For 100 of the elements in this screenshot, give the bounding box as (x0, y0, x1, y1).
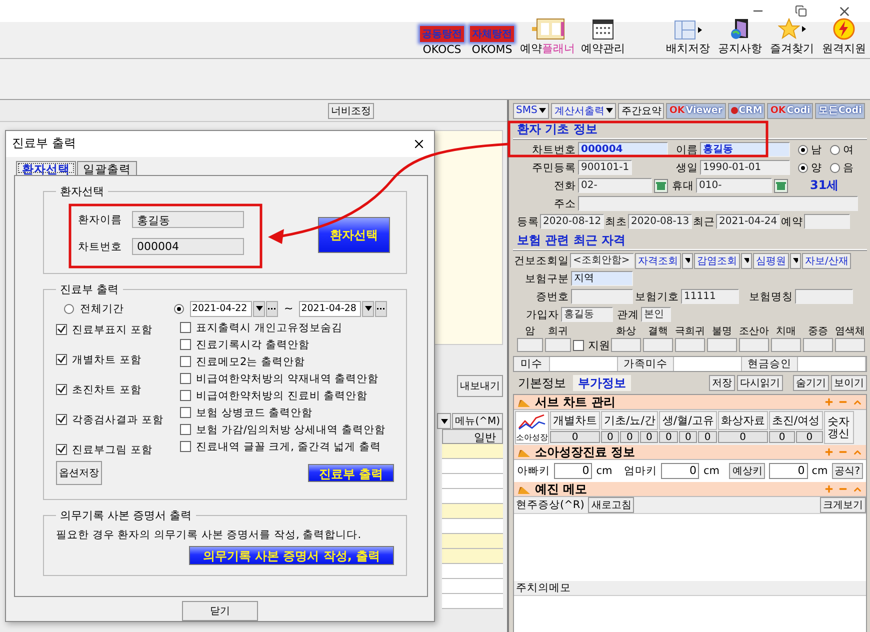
sex-radio[interactable]: 여 (830, 142, 854, 156)
flag-label: 희귀 (547, 325, 569, 338)
field-label: 예약 (781, 214, 803, 228)
sub-chart-button[interactable]: 생/혈/고유 (659, 411, 717, 430)
option-checkbox[interactable]: 진료메모2는 출력안함 (180, 354, 394, 369)
formula-button[interactable]: 공식? (832, 463, 864, 479)
predict-button[interactable]: 예상키 (729, 463, 766, 479)
field-label: 엄마키 (624, 464, 658, 478)
flag-label: 화상 (615, 325, 637, 338)
date-field[interactable]: 2020-08-13 (628, 214, 692, 229)
date-field[interactable]: 2021-04-24 (716, 214, 780, 229)
balance-label: 현금승인 (742, 357, 798, 371)
option-checkbox[interactable]: 진료내역 글꼴 크게, 줄간격 넓게 출력 (180, 440, 394, 454)
support-checkbox[interactable]: 지원 (573, 338, 609, 353)
field-label: 이름 (675, 142, 698, 156)
field-label: 차트번호 (78, 240, 122, 254)
option-checkbox[interactable]: 진료부그림 포함 (56, 442, 180, 457)
unit-label: cm (596, 465, 612, 477)
panel-button[interactable]: 보이기 (831, 375, 867, 391)
logo-mark: OK (669, 105, 685, 116)
height-field[interactable]: 0 (554, 463, 592, 479)
count-field: 0 (550, 431, 600, 443)
option-checkbox[interactable]: 진료부표지 포함 (56, 322, 180, 337)
select-patient-button[interactable]: 환자선택 (318, 217, 390, 254)
menu-button[interactable]: 메뉴(^M) (452, 413, 503, 429)
width-button[interactable]: 너비조정 (328, 102, 374, 118)
sub-chart-button[interactable]: 화상자료 (718, 411, 768, 430)
insurance-code-field[interactable]: 11111 (681, 289, 739, 304)
group-title: 의무기록 사본 증명서 출력 (59, 508, 192, 523)
calendar-radio[interactable]: 양 (798, 160, 822, 174)
toolbar-button[interactable]: 예약플래너 (520, 18, 575, 56)
panel-top-button[interactable]: 주간요약 (618, 102, 664, 118)
option-checkbox[interactable]: 개별차트 포함 (56, 352, 180, 367)
date-field[interactable]: 2021-04-28 (299, 300, 362, 317)
field-label: 휴대 (671, 178, 694, 192)
panel-button[interactable]: 숨기기 (793, 375, 829, 391)
growth-chart-button[interactable]: 소아성장 (515, 411, 549, 444)
close-button[interactable]: 닫기 (182, 601, 258, 621)
panel-button[interactable]: 저장 (709, 375, 735, 391)
panel-button[interactable]: 다시읽기 (737, 375, 783, 391)
birth-field[interactable]: 1990-01-01 (700, 160, 790, 175)
phone-field[interactable]: 02- (578, 178, 652, 193)
field-label: 생일 (675, 160, 698, 174)
count-field: 0 (768, 431, 796, 443)
option-checkbox[interactable]: 초진차트 포함 (56, 382, 180, 397)
export-button[interactable]: 내보내기 (457, 375, 503, 397)
sex-radio[interactable]: 남 (798, 142, 822, 156)
id-field[interactable]: 900101-1 (578, 160, 632, 175)
sub-chart-button[interactable]: 초진/여성 (768, 411, 823, 430)
refresh-button[interactable]: 새로고침 (588, 497, 634, 513)
option-checkbox[interactable]: 보험 가감/임의처방 상세내역 출력안함 (180, 422, 394, 437)
date-field[interactable]: 2020-08-12 (540, 214, 604, 229)
height-field[interactable]: 0 (661, 463, 700, 479)
balance-label: 미수 (514, 357, 550, 371)
option-checkbox[interactable]: 표지출력시 개인고유정보숨김 (180, 320, 394, 335)
query-button[interactable]: 자보/산재 (802, 252, 852, 268)
panel-tab[interactable]: 부가정보 (573, 375, 631, 391)
save-options-button[interactable]: 옵션저장 (56, 460, 102, 485)
option-checkbox[interactable]: 보험 상병코드 출력안함 (180, 406, 394, 420)
mobile-field[interactable]: 010- (696, 178, 772, 193)
toolbar-button[interactable]: 즐겨찾기 (770, 18, 814, 56)
print-button[interactable]: 진료부 출력 (308, 464, 394, 482)
enlarge-button[interactable]: 크게보기 (820, 497, 866, 513)
calendar-radio[interactable]: 음 (830, 160, 854, 174)
relation-field[interactable]: 본인 (641, 307, 671, 322)
sub-chart-button[interactable]: 기초/뇨/간 (601, 411, 658, 430)
toolbar-button[interactable]: 자체탕전 OKOMS (470, 26, 514, 56)
period-radio[interactable]: 전체기간 (64, 302, 124, 316)
refresh-count-button[interactable]: 숫자 갱신 (824, 411, 854, 444)
holder-field[interactable]: 홍길동 (561, 307, 613, 322)
toolbar-button[interactable]: 예약관리 (581, 18, 625, 56)
field-label: 환자이름 (78, 212, 122, 227)
toolbar-label: 예약플래너 (520, 41, 575, 56)
flag-label: 염색체 (835, 325, 865, 338)
option-checkbox[interactable]: 진료기록시각 출력안함 (180, 338, 394, 352)
memo-label: 주치의메모 (516, 581, 571, 595)
dialog-tab[interactable]: 환자선택 (16, 160, 76, 175)
option-checkbox[interactable]: 각종검사결과 포함 (56, 412, 180, 427)
insurance-type-field[interactable]: 지역 (571, 271, 633, 286)
toolbar-button[interactable]: 배치저장 (666, 20, 710, 56)
group-title: 진료부 출력 (59, 282, 120, 297)
query-button[interactable]: 감염조회 (694, 252, 740, 268)
toolbar-button[interactable]: 원격지원 (822, 18, 866, 56)
toolbar-button[interactable]: 공동탕전 OKOCS (420, 26, 464, 56)
sub-chart-button[interactable]: 개별차트 (550, 411, 600, 430)
certificate-button[interactable]: 의무기록 사본 증명서 작성, 출력 (189, 546, 394, 565)
query-date-field[interactable]: <조회안함> (570, 253, 634, 268)
field-label: 차트번호 (531, 142, 576, 156)
query-button[interactable]: 자격조회 (635, 252, 681, 268)
option-checkbox[interactable]: 비급여한약처방의 약재내역 출력안함 (180, 372, 394, 386)
panel-top-button[interactable]: 계산서출력 (551, 102, 616, 118)
panel-top-button[interactable]: SMS (513, 102, 550, 118)
toolbar-button[interactable]: 공지사항 (718, 18, 762, 56)
option-checkbox[interactable]: 비급여한약처방의 진료비 출력안함 (180, 388, 394, 403)
dialog-tab[interactable]: 일괄출력 (77, 160, 137, 175)
height-field[interactable]: 0 (769, 463, 808, 479)
date-field[interactable]: 2021-04-22 (190, 300, 252, 317)
section-title: 서브 차트 관리 (535, 394, 616, 410)
query-button[interactable]: 심평원 (753, 252, 789, 268)
count-field: 0 (601, 431, 620, 443)
